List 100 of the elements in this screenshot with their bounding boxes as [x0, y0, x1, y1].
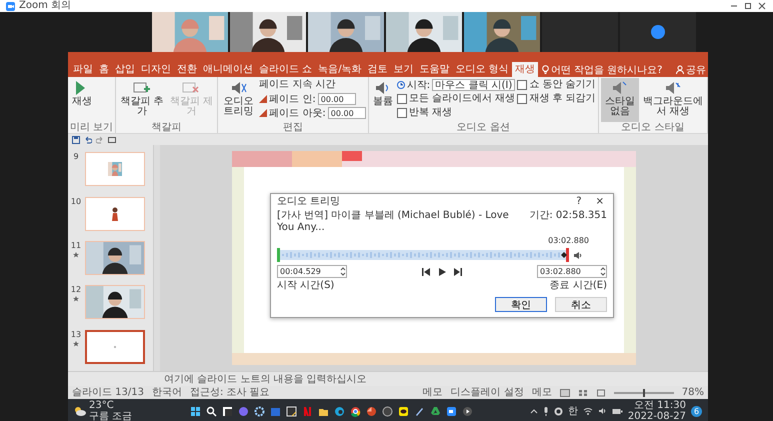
step-back-icon — [421, 266, 431, 276]
taskbar-app[interactable] — [222, 406, 233, 416]
clock-date[interactable]: 2022-08-27 — [628, 411, 686, 421]
ribbon-tab[interactable]: 녹음/녹화 — [315, 62, 365, 77]
notes-button[interactable]: 메모 — [422, 386, 443, 399]
ribbon-button[interactable]: 볼륨 — [370, 78, 395, 122]
taskbar-app[interactable] — [350, 406, 361, 416]
comments-button[interactable]: 메모 — [532, 386, 552, 399]
display-settings-button[interactable]: 디스플레이 설정 — [450, 386, 524, 399]
slider-thumb[interactable] — [642, 388, 645, 396]
spinner-icon — [340, 266, 346, 277]
ribbon-tab[interactable]: 파일 — [70, 62, 96, 77]
number-field[interactable]: 00.00 — [318, 92, 356, 104]
checkbox[interactable] — [517, 80, 528, 90]
taskbar-app[interactable] — [446, 406, 457, 416]
share-button[interactable]: 공유 — [686, 62, 706, 76]
slide-thumbnail[interactable] — [85, 240, 145, 275]
taskbar-app[interactable] — [398, 406, 409, 416]
slide-number: 9 — [73, 152, 79, 162]
ribbon-tab[interactable]: 삽입 — [112, 62, 138, 77]
wifi-icon[interactable] — [582, 407, 593, 415]
taskbar-app[interactable] — [206, 406, 217, 416]
next-frame-button[interactable] — [453, 266, 463, 276]
dialog-button[interactable]: 확인 — [495, 297, 547, 312]
speaker-button[interactable] — [573, 250, 583, 260]
ribbon-button[interactable]: 재생 — [70, 78, 94, 122]
number-field[interactable]: 00.00 — [328, 106, 366, 118]
chevron-up-icon[interactable] — [530, 408, 538, 414]
dropdown-field[interactable]: 마우스 클릭 시(I) — [432, 78, 516, 90]
chat-bubble-icon — [398, 406, 409, 416]
ribbon-tab[interactable]: 홈 — [96, 62, 112, 77]
input-method-indicator[interactable]: 한 — [568, 404, 578, 418]
lightbulb-icon — [542, 65, 549, 74]
close-icon[interactable] — [757, 2, 767, 10]
ribbon-tab[interactable]: 슬라이드 쇼 — [256, 62, 316, 77]
record-icon[interactable] — [554, 406, 563, 416]
video-camera-icon — [446, 406, 457, 416]
ribbon-tab[interactable]: 애니메이션 — [200, 62, 256, 77]
ribbon-tab[interactable]: 도움말 — [416, 62, 453, 77]
slide-number: 11 — [70, 240, 82, 250]
undo-icon[interactable] — [84, 136, 92, 144]
field-label: 시작 시간(S) — [277, 280, 334, 292]
slide-thumbnail[interactable] — [85, 196, 145, 231]
slide-thumbnail[interactable] — [85, 285, 145, 320]
ribbon-button[interactable]: 백그라운드에서 재생 — [640, 78, 705, 122]
battery-icon[interactable] — [612, 408, 623, 414]
slide-counter: 슬라이드 13/13 — [72, 386, 144, 399]
scrollbar[interactable] — [153, 145, 160, 371]
notification-badge[interactable]: 6 — [691, 406, 702, 416]
checkbox[interactable] — [517, 94, 528, 104]
group-label: 편집 — [282, 122, 304, 133]
help-button[interactable]: ? — [573, 196, 585, 206]
accessibility-text[interactable]: 접근성: 조사 필요 — [190, 386, 270, 399]
microphone-icon[interactable] — [542, 406, 549, 416]
ribbon-button[interactable]: 스타일 없음 — [600, 78, 639, 122]
time-field[interactable]: 03:02.880 — [537, 265, 607, 278]
field-label: 시작: — [406, 78, 430, 92]
clock-icon — [396, 80, 405, 88]
previous-frame-button[interactable] — [421, 266, 431, 276]
ribbon-button[interactable]: 오디오 트리밍 — [220, 78, 258, 122]
taskbar-app[interactable] — [414, 406, 425, 416]
maximize-icon[interactable] — [743, 2, 753, 10]
chat-icon — [238, 406, 249, 416]
taskbar-app[interactable] — [462, 406, 473, 416]
reading-view-icon[interactable] — [596, 388, 606, 396]
checkbox[interactable] — [396, 94, 407, 104]
notes-field[interactable]: 여기에 슬라이드 노트의 내용을 입력하십시오 — [68, 371, 708, 386]
slideshow-icon[interactable] — [108, 136, 116, 144]
ribbon-tab[interactable]: 전환 — [174, 62, 200, 77]
time-field[interactable]: 00:04.529 — [277, 265, 347, 278]
checkbox-label: 재생 후 되감기 — [529, 92, 596, 105]
dialog-button[interactable]: 취소 — [555, 297, 607, 312]
presentation-icon — [366, 406, 377, 416]
tell-me-field[interactable]: 어떤 작업을 원하시나요? — [550, 62, 662, 76]
play-button[interactable] — [437, 266, 447, 276]
ribbon-tab[interactable]: 오디오 형식 — [452, 62, 512, 77]
ribbon-tab[interactable]: 보기 — [390, 62, 417, 77]
slide-thumbnail[interactable] — [85, 330, 145, 364]
field-label: 페이드 인: — [269, 92, 316, 106]
ribbon-button[interactable]: 책갈피 추가 — [118, 78, 166, 122]
ribbon-tab[interactable]: 검토 — [364, 62, 391, 77]
speaker-icon[interactable] — [598, 407, 607, 415]
close-button[interactable]: × — [592, 196, 607, 206]
ribbon-tab[interactable]: 재생 — [512, 62, 538, 77]
taskbar-app[interactable] — [190, 406, 201, 416]
taskbar-app[interactable] — [366, 406, 377, 416]
pen-icon — [414, 406, 425, 416]
file-name: [가사 번역] 마이클 부블레 (Michael Bublé) - Love You Any... — [277, 210, 510, 234]
normal-view-icon[interactable] — [560, 388, 570, 396]
slide-thumbnail[interactable] — [85, 152, 145, 186]
clock-time[interactable]: 오전 11:30 — [634, 400, 686, 411]
checkbox[interactable] — [396, 108, 407, 118]
slide-sorter-icon[interactable] — [578, 388, 588, 396]
cloud-sun-icon — [74, 406, 86, 416]
slide-number: 13 — [70, 330, 82, 339]
save-icon[interactable] — [72, 136, 80, 144]
taskbar-app[interactable] — [382, 406, 393, 416]
ribbon-tab[interactable]: 디자인 — [138, 62, 174, 77]
taskbar-app[interactable] — [254, 406, 265, 416]
language-text: 한국어 — [152, 386, 182, 399]
